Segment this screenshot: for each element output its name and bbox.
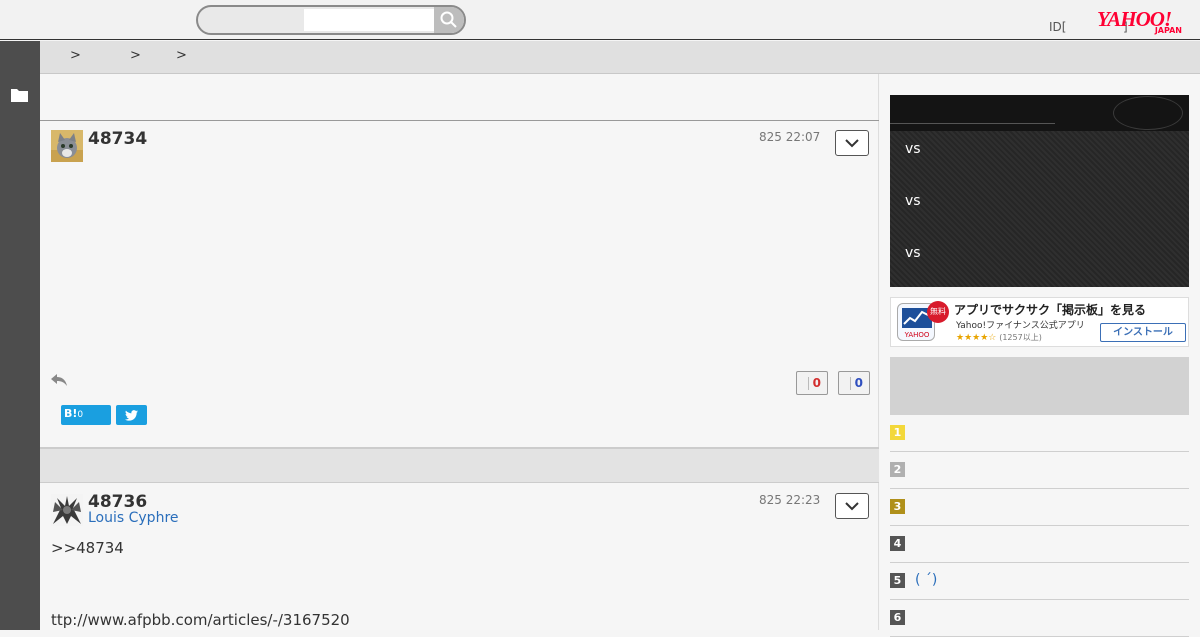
ranking-item[interactable]: 3: [890, 489, 1189, 526]
baseball-scores-widget: vs vs vs: [890, 95, 1189, 287]
rank-number: 4: [890, 536, 905, 551]
post-separator-band: [40, 447, 879, 483]
logo-subtext: JAPAN: [1154, 26, 1182, 35]
rank-number: 3: [890, 499, 905, 514]
header-line: [890, 123, 1055, 124]
search-box: [196, 5, 466, 35]
hatena-label: B!: [64, 407, 78, 420]
ranking-item[interactable]: 1: [890, 415, 1189, 452]
post-date: 825 22:07: [759, 130, 821, 144]
post-body-line: >>48734: [51, 539, 124, 557]
ranking-item[interactable]: 6: [890, 600, 1189, 637]
rank-number: 2: [890, 462, 905, 477]
chevron-down-icon: [845, 139, 859, 148]
right-sidebar: vs vs vs YAHOO 無料 アプリでサクサク「掲示板」を見る Yahoo…: [880, 74, 1200, 637]
yahoo-logo[interactable]: YAHOO! JAPAN: [1097, 8, 1187, 36]
post-menu-button[interactable]: [835, 493, 869, 519]
free-badge: 無料: [927, 301, 949, 323]
ranking-item[interactable]: 5 ( ´): [890, 563, 1189, 600]
ad-rating: ★★★★☆ (1257以上): [956, 332, 1042, 343]
breadcrumb-separator: >: [176, 48, 187, 63]
login-id-link[interactable]: ID[: [1049, 20, 1066, 34]
chevron-down-icon: [845, 502, 859, 511]
hatena-bookmark-button[interactable]: B!0: [61, 405, 111, 425]
rank-number: 6: [890, 610, 905, 625]
rating-stars: ★★★★☆: [956, 333, 997, 343]
post-username[interactable]: Louis Cyphre: [88, 510, 179, 526]
ad-title: アプリでサクサク「掲示板」を見る: [954, 303, 1147, 317]
dislike-button[interactable]: 0: [838, 371, 870, 395]
post-number[interactable]: 48734: [88, 129, 147, 149]
ad-subtitle: Yahoo!ファイナンス公式アプリ: [956, 321, 1085, 331]
avatar[interactable]: [51, 130, 83, 162]
hatena-count: 0: [77, 410, 84, 420]
breadcrumb-separator: >: [130, 48, 141, 63]
score-row[interactable]: vs: [905, 193, 921, 209]
ranking-item[interactable]: 2: [890, 452, 1189, 489]
like-button[interactable]: 0: [796, 371, 828, 395]
twitter-icon: [125, 410, 138, 421]
app-ad-banner[interactable]: YAHOO 無料 アプリでサクサク「掲示板」を見る Yahoo!ファイナンス公式…: [890, 297, 1189, 347]
search-input[interactable]: [304, 9, 434, 31]
post-number[interactable]: 48736: [88, 492, 147, 512]
twitter-share-button[interactable]: [116, 405, 147, 425]
install-button[interactable]: インストール: [1100, 323, 1186, 342]
score-row[interactable]: vs: [905, 245, 921, 261]
rank-title: ( ´): [915, 572, 938, 588]
score-row[interactable]: vs: [905, 141, 921, 157]
breadcrumb-separator: >: [70, 48, 81, 63]
ranking-item[interactable]: 4: [890, 526, 1189, 563]
left-rail: [0, 41, 40, 630]
post-body-link[interactable]: ttp://www.afpbb.com/articles/-/3167520: [51, 611, 350, 629]
breadcrumb: > > >: [40, 41, 1200, 74]
ad-placeholder: [890, 357, 1189, 415]
search-button[interactable]: [434, 7, 464, 33]
main-content: 48734 825 22:07 0 0 B!0 48736 Louis Cyph…: [40, 74, 879, 630]
baseball-icon: [1113, 96, 1183, 130]
reply-icon[interactable]: [50, 372, 68, 388]
rating-count: (1257以上): [999, 333, 1042, 342]
post-date: 825 22:23: [759, 493, 821, 507]
rank-number: 5: [890, 573, 905, 588]
avatar[interactable]: [51, 494, 83, 526]
folder-icon[interactable]: [11, 88, 28, 102]
divider: [40, 120, 879, 121]
scores-header: [890, 95, 1189, 131]
top-header: ID[ ] YAHOO! JAPAN: [0, 0, 1200, 40]
post-menu-button[interactable]: [835, 130, 869, 156]
search-icon: [440, 11, 457, 28]
svg-text:YAHOO: YAHOO: [904, 331, 930, 339]
rank-number: 1: [890, 425, 905, 440]
